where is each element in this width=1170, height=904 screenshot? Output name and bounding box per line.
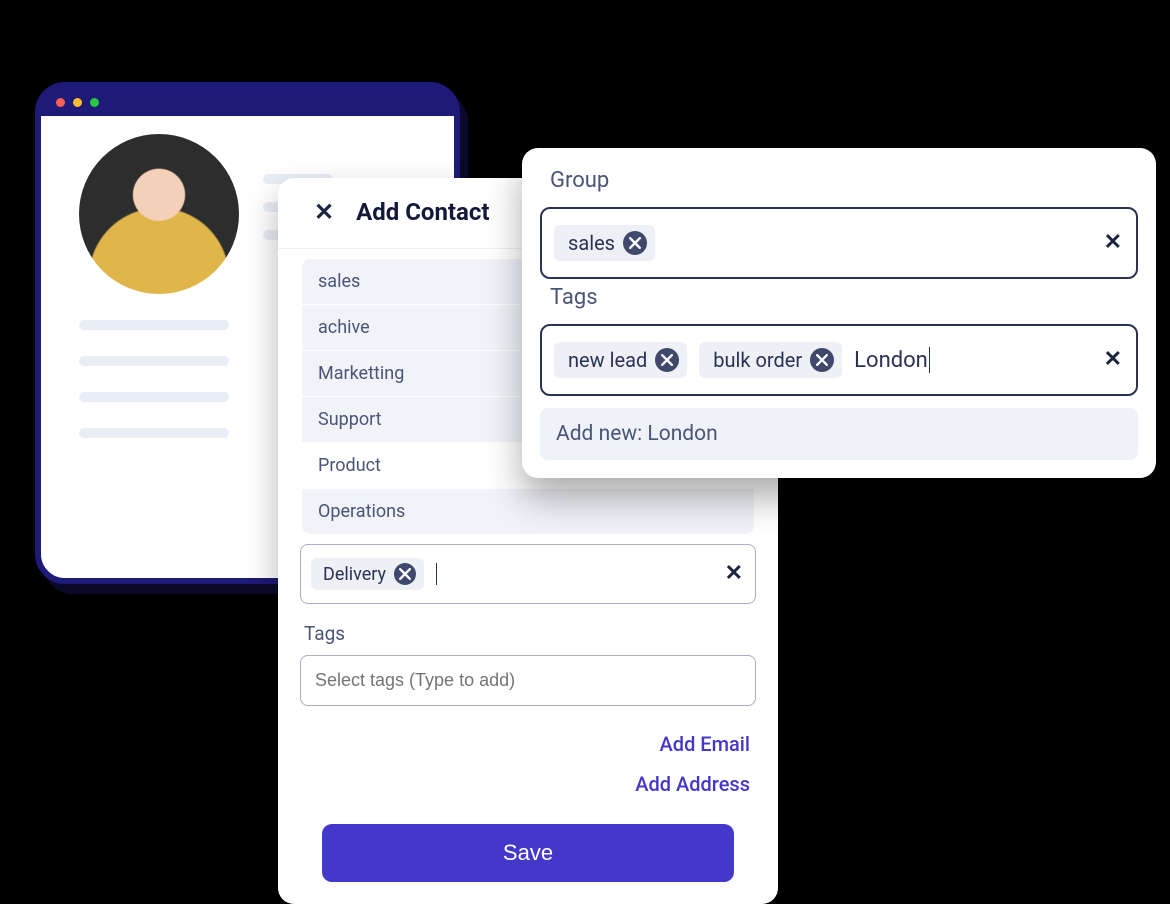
remove-chip-icon[interactable] — [394, 563, 416, 585]
save-button[interactable]: Save — [322, 824, 734, 882]
group-label: Group — [550, 168, 1134, 193]
group-input[interactable]: Delivery ✕ — [300, 544, 756, 604]
text-cursor — [436, 563, 437, 585]
group-tags-popover: Group sales ✕ Tags new lead bulk order Lo… — [522, 148, 1156, 478]
traffic-light-close-icon[interactable] — [56, 98, 65, 107]
group-chip-sales: sales — [554, 225, 655, 261]
tag-chip: bulk order — [699, 342, 842, 378]
tags-field[interactable]: new lead bulk order London ✕ — [540, 324, 1138, 396]
tag-chip: new lead — [554, 342, 687, 378]
chip-label: sales — [568, 231, 615, 255]
group-suggestion-item[interactable]: Operations — [302, 489, 754, 534]
clear-field-icon[interactable]: ✕ — [1102, 232, 1124, 254]
tags-input[interactable] — [300, 655, 756, 706]
group-field[interactable]: sales ✕ — [540, 207, 1138, 279]
chip-label: bulk order — [713, 348, 802, 372]
tags-label: Tags — [304, 622, 754, 645]
tags-typed-text: London — [854, 347, 930, 373]
clear-field-icon[interactable]: ✕ — [1102, 349, 1124, 371]
remove-chip-icon[interactable] — [810, 348, 834, 372]
chip-label: Delivery — [323, 564, 386, 585]
traffic-light-minimize-icon[interactable] — [73, 98, 82, 107]
remove-chip-icon[interactable] — [655, 348, 679, 372]
close-icon[interactable]: ✕ — [314, 200, 334, 224]
traffic-light-zoom-icon[interactable] — [90, 98, 99, 107]
tags-label: Tags — [550, 285, 1134, 310]
add-email-link[interactable]: Add Email — [660, 732, 750, 756]
group-chip-delivery: Delivery — [311, 558, 424, 590]
add-new-tag-option[interactable]: Add new: London — [540, 408, 1138, 460]
add-address-link[interactable]: Add Address — [635, 772, 750, 796]
chip-label: new lead — [568, 348, 647, 372]
remove-chip-icon[interactable] — [623, 231, 647, 255]
modal-title: Add Contact — [356, 198, 489, 226]
clear-field-icon[interactable]: ✕ — [723, 563, 745, 585]
avatar — [79, 134, 239, 294]
window-titlebar — [41, 88, 454, 116]
